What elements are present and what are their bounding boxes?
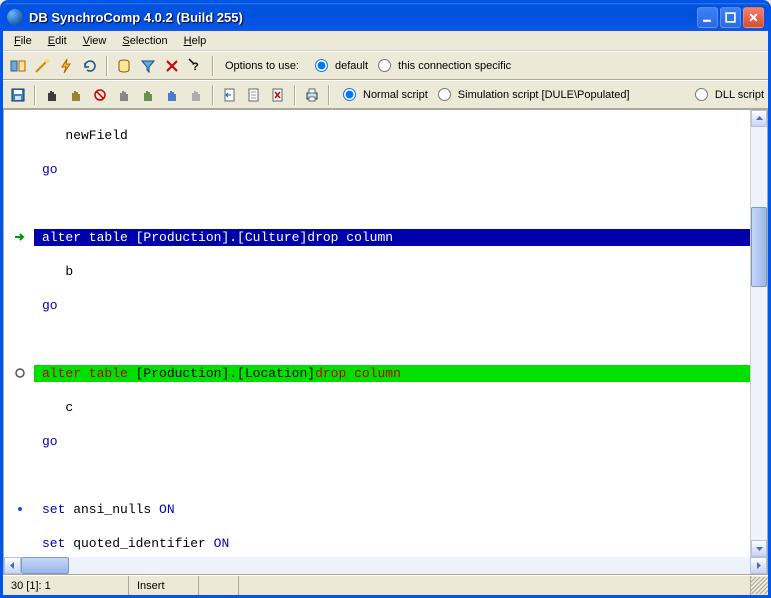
app-icon [7, 9, 23, 25]
scroll-track[interactable] [751, 127, 767, 540]
scroll-up-icon[interactable] [751, 110, 767, 127]
menu-bar: File Edit View Selection Help [3, 31, 768, 51]
db-icon[interactable] [113, 55, 135, 77]
resize-grip-icon[interactable] [751, 577, 768, 594]
status-position: 30 [1]: 1 [3, 576, 129, 595]
hscroll-thumb[interactable] [21, 557, 69, 574]
menu-help[interactable]: Help [177, 33, 214, 49]
compare-icon[interactable] [7, 55, 29, 77]
status-empty2 [239, 576, 751, 595]
filter-icon[interactable] [137, 55, 159, 77]
hand3-icon[interactable] [89, 84, 111, 106]
status-bar: 30 [1]: 1 Insert [3, 575, 768, 595]
hand7-icon[interactable] [185, 84, 207, 106]
radio-dll-script[interactable]: DLL script [687, 88, 764, 101]
hand1-icon[interactable] [41, 84, 63, 106]
menu-selection[interactable]: Selection [115, 33, 174, 49]
menu-view[interactable]: View [76, 33, 114, 49]
radio-connection[interactable]: this connection specific [370, 59, 511, 72]
close-button[interactable] [743, 7, 764, 28]
doc-lines-icon[interactable] [243, 84, 265, 106]
refresh-icon[interactable] [79, 55, 101, 77]
lightning-icon[interactable] [55, 55, 77, 77]
status-empty1 [199, 576, 239, 595]
editor: newField go alter table [Production].[Cu… [3, 109, 768, 575]
help-icon[interactable]: ? [185, 55, 207, 77]
hand5-icon[interactable] [137, 84, 159, 106]
cancel-icon[interactable] [161, 55, 183, 77]
maximize-button[interactable] [720, 7, 741, 28]
title-bar: DB SynchroComp 4.0.2 (Build 255) [3, 3, 768, 31]
radio-sim-script[interactable]: Simulation script [DULE\Populated] [430, 88, 630, 101]
gutter [4, 110, 34, 557]
code-lines[interactable]: newField go alter table [Production].[Cu… [34, 110, 750, 557]
scroll-right-icon[interactable] [750, 557, 767, 574]
minimize-button[interactable] [697, 7, 718, 28]
doc-x-icon[interactable] [267, 84, 289, 106]
hscroll-track[interactable] [21, 557, 750, 574]
wand-icon[interactable] [31, 55, 53, 77]
menu-edit[interactable]: Edit [41, 33, 74, 49]
menu-file[interactable]: File [7, 33, 39, 49]
hand4-icon[interactable] [113, 84, 135, 106]
print-icon[interactable] [301, 84, 323, 106]
scroll-left-icon[interactable] [4, 557, 21, 574]
horizontal-scrollbar[interactable] [4, 557, 767, 574]
toolbar-main: ? Options to use: default this connectio… [3, 51, 768, 80]
radio-normal-script[interactable]: Normal script [335, 88, 428, 101]
circle-icon [14, 367, 26, 379]
hand6-icon[interactable] [161, 84, 183, 106]
editor-body[interactable]: newField go alter table [Production].[Cu… [4, 110, 767, 557]
dot-icon [14, 503, 26, 515]
scroll-thumb[interactable] [751, 207, 767, 287]
window-title: DB SynchroComp 4.0.2 (Build 255) [29, 10, 697, 25]
radio-default[interactable]: default [307, 59, 368, 72]
hand2-icon[interactable] [65, 84, 87, 106]
doc-left-icon[interactable] [219, 84, 241, 106]
options-label: Options to use: [219, 60, 305, 72]
scroll-down-icon[interactable] [751, 540, 767, 557]
status-mode: Insert [129, 576, 199, 595]
toolbar-script: Normal script Simulation script [DULE\Po… [3, 80, 768, 109]
save-icon[interactable] [7, 84, 29, 106]
arrow-icon [14, 231, 26, 243]
vertical-scrollbar[interactable] [750, 110, 767, 557]
